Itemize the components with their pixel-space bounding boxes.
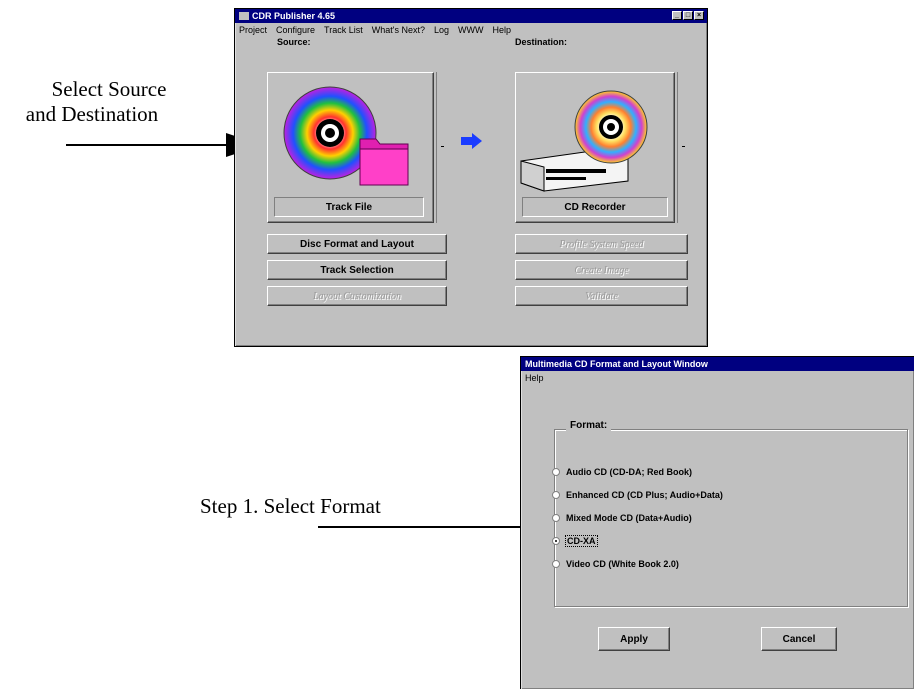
layout-customization-button[interactable]: Layout Customization (267, 286, 447, 306)
menu-project[interactable]: Project (239, 23, 267, 37)
option-label: Enhanced CD (CD Plus; Audio+Data) (566, 490, 723, 500)
menu-bar: Project Configure Track List What's Next… (235, 23, 707, 37)
option-video-cd[interactable]: Video CD (White Book 2.0) (552, 559, 679, 569)
format-menu-bar: Help (521, 371, 914, 385)
destination-cd-recorder-button[interactable]: CD Recorder (515, 72, 675, 223)
window-title: CDR Publisher 4.65 (252, 11, 336, 21)
menu-log[interactable]: Log (434, 23, 449, 37)
cd-recorder-icon (520, 90, 648, 192)
option-label: Mixed Mode CD (Data+Audio) (566, 513, 692, 523)
radio-button[interactable] (552, 560, 560, 568)
destination-scrollbar[interactable] (677, 72, 689, 223)
radio-button-selected[interactable] (552, 537, 560, 545)
format-layout-window: Multimedia CD Format and Layout Window H… (520, 356, 914, 689)
validate-button[interactable]: Validate (515, 286, 688, 306)
menu-whats-next[interactable]: What's Next? (372, 23, 425, 37)
apply-button[interactable]: Apply (598, 627, 670, 651)
profile-system-speed-button[interactable]: Profile System Speed (515, 234, 688, 254)
option-label: Video CD (White Book 2.0) (566, 559, 679, 569)
title-bar: CDR Publisher 4.65 _ □ × (235, 9, 707, 23)
radio-button[interactable] (552, 514, 560, 522)
option-label: Audio CD (CD-DA; Red Book) (566, 467, 692, 477)
option-label: CD-XA (565, 535, 598, 547)
right-arrow-icon (461, 133, 482, 149)
menu-help[interactable]: Help (525, 371, 544, 385)
menu-configure[interactable]: Configure (276, 23, 315, 37)
close-button[interactable]: × (694, 11, 704, 20)
option-mixed-mode-cd[interactable]: Mixed Mode CD (Data+Audio) (552, 513, 692, 523)
radio-button[interactable] (552, 468, 560, 476)
maximize-button[interactable]: □ (683, 11, 693, 20)
annotation-source-destination: Select Source and Destination (26, 77, 184, 127)
cdr-publisher-window: CDR Publisher 4.65 _ □ × Project Configu… (234, 8, 708, 347)
format-group-label: Format: (566, 420, 612, 431)
menu-www[interactable]: WWW (458, 23, 483, 37)
create-image-button[interactable]: Create Image (515, 260, 688, 280)
annotation-line-2: and Destination (25, 102, 159, 126)
annotation-line-1: Select Source (51, 77, 167, 101)
source-scrollbar[interactable] (436, 72, 448, 223)
track-selection-button[interactable]: Track Selection (267, 260, 447, 280)
option-enhanced-cd[interactable]: Enhanced CD (CD Plus; Audio+Data) (552, 490, 723, 500)
minimize-button[interactable]: _ (672, 11, 682, 20)
cancel-button[interactable]: Cancel (761, 627, 837, 651)
destination-label: Destination: (515, 37, 568, 47)
option-audio-cd[interactable]: Audio CD (CD-DA; Red Book) (552, 467, 692, 477)
figure-canvas: Select Source and Destination Step 1. Se… (0, 0, 914, 689)
source-label: Source: (277, 37, 311, 47)
app-icon (239, 12, 249, 20)
option-cd-xa[interactable]: CD-XA (552, 535, 598, 547)
menu-help[interactable]: Help (492, 23, 511, 37)
format-title-bar: Multimedia CD Format and Layout Window (521, 357, 914, 371)
source-caption: Track File (274, 197, 424, 217)
destination-caption: CD Recorder (522, 197, 668, 217)
source-track-file-button[interactable]: Track File (267, 72, 434, 223)
menu-track-list[interactable]: Track List (324, 23, 363, 37)
disc-format-layout-button[interactable]: Disc Format and Layout (267, 234, 447, 254)
radio-button[interactable] (552, 491, 560, 499)
cd-with-folder-icon (283, 86, 409, 186)
